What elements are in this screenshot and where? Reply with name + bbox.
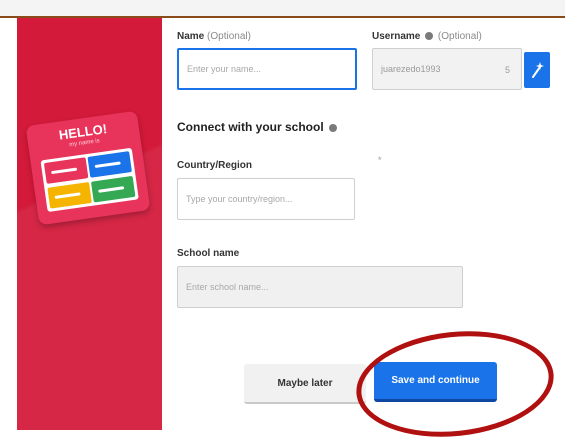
- maybe-later-button[interactable]: Maybe later: [244, 364, 366, 404]
- card-tile-green: [90, 175, 136, 203]
- username-label-text: Username: [372, 31, 421, 42]
- card-tile-yellow: [47, 182, 92, 209]
- required-asterisk: *: [378, 155, 382, 165]
- name-label: Name (Optional): [177, 31, 251, 42]
- username-value: juarezedo1993: [381, 64, 441, 74]
- top-strip: [0, 0, 565, 18]
- username-field[interactable]: juarezedo1993: [372, 48, 522, 90]
- card-tile-blue: [87, 151, 132, 178]
- magic-wand-icon: [532, 62, 544, 78]
- panel-shade: [17, 18, 162, 430]
- save-and-continue-button[interactable]: Save and continue: [374, 362, 497, 402]
- card-tile-red: [43, 157, 89, 184]
- hello-name-card: HELLO! my name is: [25, 110, 151, 226]
- country-input[interactable]: [177, 178, 355, 220]
- country-label: Country/Region: [177, 160, 252, 171]
- username-count: 5: [505, 65, 511, 75]
- connect-school-heading: Connect with your school: [177, 120, 339, 134]
- connect-school-text: Connect with your school: [177, 120, 324, 134]
- school-name-input[interactable]: [177, 266, 463, 308]
- illustration-panel: [17, 18, 162, 430]
- name-optional: (Optional): [207, 31, 251, 42]
- info-icon[interactable]: [329, 123, 338, 132]
- generate-username-button[interactable]: [524, 52, 550, 88]
- school-label: School name: [177, 248, 240, 259]
- name-label-text: Name: [177, 31, 205, 42]
- name-input[interactable]: [177, 48, 357, 90]
- username-optional: (Optional): [437, 31, 482, 42]
- info-icon[interactable]: [425, 32, 434, 41]
- username-label: Username (Optional): [372, 31, 482, 42]
- card-grid: [40, 147, 139, 213]
